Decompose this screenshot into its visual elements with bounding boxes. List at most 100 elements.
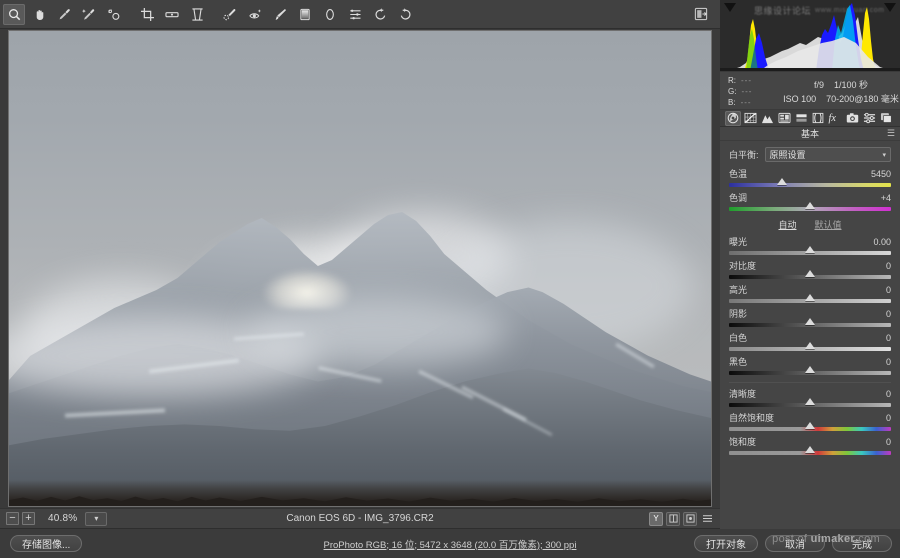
spot-removal-tool[interactable]: [219, 4, 241, 25]
slider-saturation[interactable]: 饱和度 0: [729, 437, 891, 455]
radial-filter-tool[interactable]: [319, 4, 341, 25]
slider-handle[interactable]: [805, 342, 815, 349]
tab-effects[interactable]: fx: [827, 111, 843, 126]
tab-basic[interactable]: [725, 110, 741, 126]
slider-value[interactable]: 0: [867, 389, 891, 400]
slider-value[interactable]: 0: [867, 413, 891, 424]
white-balance-select[interactable]: 原照设置 ▾: [764, 147, 891, 162]
image-canvas-area[interactable]: [0, 29, 720, 508]
slider-track[interactable]: [729, 202, 891, 211]
done-button[interactable]: 完成: [832, 535, 892, 552]
zoom-out-button[interactable]: −: [6, 512, 19, 525]
camera-raw-window: − + 40.8% ▾ Canon EOS 6D - IMG_3796.CR2 …: [0, 0, 900, 558]
slider-track[interactable]: [729, 366, 891, 375]
red-eye-tool[interactable]: [244, 4, 266, 25]
slider-handle[interactable]: [777, 178, 788, 185]
zoom-in-button[interactable]: +: [22, 512, 35, 525]
slider-value[interactable]: 0: [867, 261, 891, 272]
slider-value[interactable]: 0: [867, 309, 891, 320]
slider-track[interactable]: [729, 398, 891, 407]
slider-label: 高光: [729, 285, 748, 295]
copy-settings-button[interactable]: [683, 511, 697, 526]
slider-handle[interactable]: [805, 202, 815, 209]
color-sampler-tool[interactable]: [78, 4, 100, 25]
white-balance-tool[interactable]: [53, 4, 75, 25]
slider-whites[interactable]: 白色 0: [729, 333, 891, 351]
slider-shadows[interactable]: 阴影 0: [729, 309, 891, 327]
auto-link[interactable]: 自动: [778, 218, 796, 231]
tab-snapshots[interactable]: [878, 111, 894, 126]
zoom-tool[interactable]: [3, 3, 25, 25]
swap-before-after-button[interactable]: [666, 511, 680, 526]
slider-handle[interactable]: [805, 246, 815, 253]
slider-track[interactable]: [729, 446, 891, 455]
slider-contrast[interactable]: 对比度 0: [729, 261, 891, 279]
slider-track[interactable]: [729, 246, 891, 255]
zoom-level-value: 40.8%: [48, 513, 78, 524]
tab-lens-corrections[interactable]: [810, 111, 826, 126]
slider-value[interactable]: 0: [867, 437, 891, 448]
open-object-button[interactable]: 打开对象: [694, 535, 758, 552]
slider-handle[interactable]: [805, 446, 815, 453]
r-value: ---: [741, 76, 752, 85]
slider-track[interactable]: [729, 318, 891, 327]
raw-preview-image[interactable]: [8, 30, 712, 507]
tab-hsl[interactable]: [776, 111, 792, 126]
slider-value[interactable]: +4: [867, 193, 891, 204]
slider-handle[interactable]: [805, 422, 815, 429]
tab-tone-curve[interactable]: [742, 111, 758, 126]
tab-presets[interactable]: [861, 111, 877, 126]
slider-handle[interactable]: [805, 398, 815, 405]
white-balance-value: 原照设置: [769, 150, 806, 160]
slider-value[interactable]: 0: [867, 333, 891, 344]
slider-handle[interactable]: [805, 294, 815, 301]
histogram[interactable]: 思缘设计论坛 www.missyuan.com: [720, 0, 900, 72]
slider-temperature[interactable]: 色温 5450: [729, 169, 891, 187]
slider-blacks[interactable]: 黑色 0: [729, 357, 891, 375]
zoom-level-dropdown[interactable]: ▾: [85, 511, 108, 526]
slider-value[interactable]: 0: [867, 357, 891, 368]
transform-tool[interactable]: [186, 4, 208, 25]
slider-value[interactable]: 5450: [867, 169, 891, 180]
tab-split-toning[interactable]: [793, 111, 809, 126]
straighten-tool[interactable]: [161, 4, 183, 25]
slider-track[interactable]: [729, 270, 891, 279]
tab-detail[interactable]: [759, 111, 775, 126]
slider-highlights[interactable]: 高光 0: [729, 285, 891, 303]
slider-track[interactable]: [729, 422, 891, 431]
dialog-footer: 存储图像... ProPhoto RGB; 16 位; 5472 x 3648 …: [0, 529, 900, 558]
slider-clarity[interactable]: 清晰度 0: [729, 389, 891, 407]
slider-handle[interactable]: [805, 318, 815, 325]
footer-buttons: post of uimaker.com 打开对象 取消 完成: [694, 533, 892, 552]
rotate-left-tool[interactable]: [369, 4, 391, 25]
rotate-right-tool[interactable]: [394, 4, 416, 25]
slider-tint[interactable]: 色调 +4: [729, 193, 891, 211]
tab-camera-calibration[interactable]: [844, 111, 860, 126]
hand-tool[interactable]: [28, 4, 50, 25]
preferences-tool[interactable]: [344, 4, 366, 25]
slider-track[interactable]: [729, 294, 891, 303]
slider-value[interactable]: 0.00: [867, 237, 891, 248]
crop-tool[interactable]: [136, 4, 158, 25]
slider-exposure[interactable]: 曝光 0.00: [729, 237, 891, 255]
before-after-toggle-button[interactable]: Y: [649, 511, 663, 526]
aperture-value: f/9: [813, 80, 824, 90]
slider-value[interactable]: 0: [867, 285, 891, 296]
slider-track[interactable]: [729, 342, 891, 351]
slider-vibrance[interactable]: 自然饱和度 0: [729, 413, 891, 431]
adjustment-brush-tool[interactable]: [269, 4, 291, 25]
iso-value: ISO 100: [783, 94, 817, 104]
section-divider: [729, 382, 891, 383]
slider-track[interactable]: [729, 178, 891, 187]
panel-menu-icon[interactable]: ☰: [887, 128, 895, 139]
slider-handle[interactable]: [805, 366, 815, 373]
rgb-readout: R: --- G: --- B: ---: [720, 75, 782, 109]
slider-handle[interactable]: [805, 270, 815, 277]
cancel-button[interactable]: 取消: [765, 535, 825, 552]
default-link[interactable]: 默认值: [815, 218, 842, 231]
targeted-adjustment-tool[interactable]: [103, 4, 125, 25]
preview-options-button[interactable]: [700, 512, 714, 526]
fullscreen-toggle-button[interactable]: [690, 4, 712, 25]
white-balance-row: 白平衡: 原照设置 ▾: [729, 147, 891, 162]
graduated-filter-tool[interactable]: [294, 4, 316, 25]
